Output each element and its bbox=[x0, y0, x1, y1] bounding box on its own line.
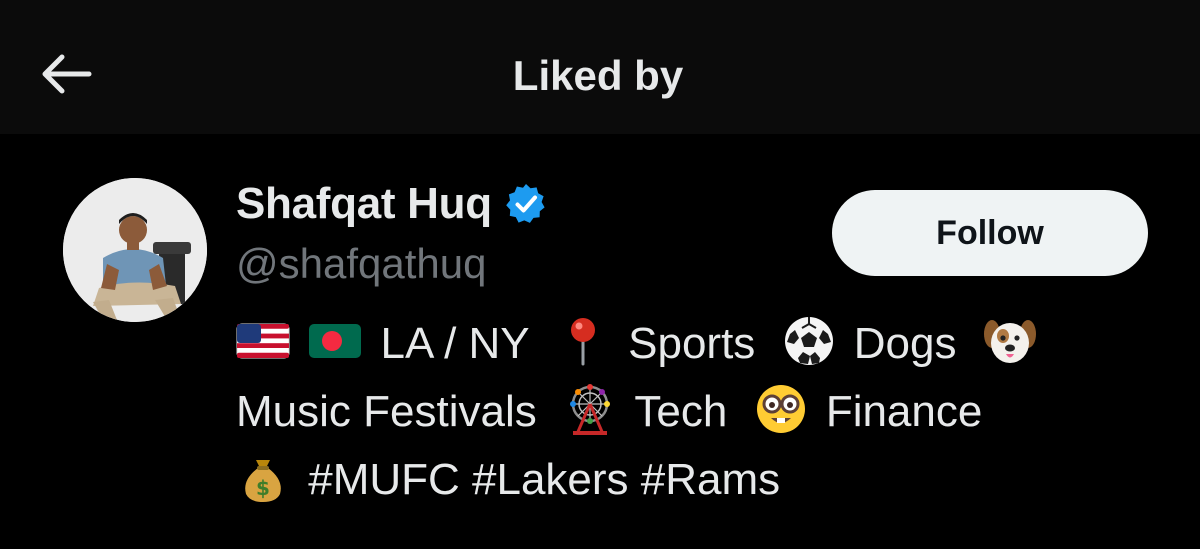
soccer-ball-icon bbox=[782, 314, 836, 368]
top-bar: Liked by bbox=[0, 0, 1200, 134]
avatar-image bbox=[63, 178, 207, 322]
page-title: Liked by bbox=[512, 52, 684, 99]
display-name[interactable]: Shafqat Huq bbox=[236, 179, 492, 229]
dog-face-icon bbox=[983, 314, 1037, 368]
avatar[interactable] bbox=[63, 178, 207, 322]
bio-text-location: LA / NY bbox=[380, 319, 530, 368]
user-cell[interactable]: Shafqat Huq @shafqathuq Follow LA / NY S… bbox=[0, 134, 1200, 549]
display-name-row[interactable]: Shafqat Huq bbox=[236, 174, 548, 234]
user-bio: LA / NY Sports Dogs Music Festivals Tech… bbox=[236, 310, 1136, 514]
verified-badge-icon[interactable] bbox=[504, 182, 548, 226]
bangladesh-flag-icon bbox=[308, 314, 362, 368]
bio-text-hashtags[interactable]: #MUFC #Lakers #Rams bbox=[308, 455, 780, 504]
us-flag-icon bbox=[236, 314, 290, 368]
bio-line-2: Music Festivals Tech Finance bbox=[236, 378, 1136, 446]
nerd-face-icon bbox=[754, 382, 808, 436]
bio-text-sports: Sports bbox=[628, 319, 756, 368]
bio-text-finance: Finance bbox=[825, 387, 983, 436]
bio-text-music-festivals: Music Festivals bbox=[236, 387, 537, 436]
bio-line-1: LA / NY Sports Dogs bbox=[236, 310, 1136, 378]
round-pushpin-icon bbox=[556, 314, 610, 368]
user-handle[interactable]: @shafqathuq bbox=[236, 240, 486, 288]
money-bag-icon: $ bbox=[236, 450, 290, 504]
bio-text-dogs: Dogs bbox=[853, 319, 957, 368]
bio-line-3: $ #MUFC #Lakers #Rams bbox=[236, 446, 1136, 514]
svg-text:$: $ bbox=[256, 476, 270, 500]
follow-button[interactable]: Follow bbox=[832, 190, 1148, 276]
ferris-wheel-icon bbox=[563, 382, 617, 436]
bio-text-tech: Tech bbox=[634, 387, 728, 436]
